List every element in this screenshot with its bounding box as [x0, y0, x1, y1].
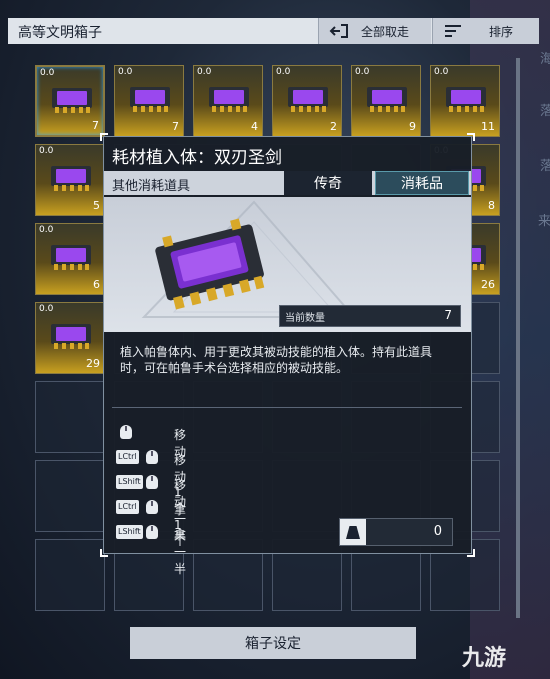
sort-button[interactable]: 排序 [432, 18, 539, 44]
mouse-left-icon [146, 475, 158, 489]
background-text: 落 [540, 159, 550, 174]
lctrl-key: LCtrl [116, 450, 139, 464]
inventory-slot[interactable]: 0.0 2 [272, 65, 342, 137]
watermark-logo: 九游 [462, 646, 507, 671]
chip-icon [288, 87, 328, 112]
chest-settings-label: 箱子设定 [245, 636, 301, 652]
empty-slot[interactable] [35, 381, 105, 453]
slot-count: 8 [488, 199, 495, 212]
item-name: 耗材植入体：双刃圣剑 [112, 148, 282, 168]
slot-count: 11 [481, 120, 495, 133]
lctrl-key: LCtrl [116, 500, 139, 514]
inventory-scrollbar[interactable] [516, 58, 520, 618]
quantity-label: 当前数量 [285, 313, 325, 324]
inventory-slot[interactable]: 0.0 7 [35, 65, 105, 137]
chip-icon [51, 245, 91, 270]
empty-slot[interactable] [35, 460, 105, 532]
lshift-key: LShift [116, 525, 143, 539]
chip-icon [52, 88, 92, 113]
slot-count: 26 [481, 278, 495, 291]
inventory-slot[interactable]: 0.0 7 [114, 65, 184, 137]
chip-icon [367, 87, 407, 112]
lshift-key: LShift [116, 475, 143, 489]
sort-icon [443, 24, 463, 38]
take-all-label: 全部取走 [361, 24, 410, 39]
item-description: 植入帕鲁体内、用于更改其被动技能的植入体。持有此道具时，可在帕鲁手术台选择相应的… [120, 345, 433, 375]
mouse-right-icon [146, 525, 158, 539]
sort-label: 排序 [489, 24, 514, 39]
mouse-left-icon [146, 450, 158, 464]
slot-weight: 0.0 [355, 67, 370, 77]
background-text: 来 [538, 214, 550, 229]
quantity-box: 当前数量 7 [279, 305, 461, 327]
background-text: 海 [540, 52, 550, 67]
slot-weight: 0.0 [40, 68, 55, 78]
slot-count: 6 [93, 278, 100, 291]
inventory-slot[interactable]: 0.0 4 [193, 65, 263, 137]
slot-weight: 0.0 [39, 225, 54, 235]
chest-header: 高等文明箱子 全部取走 排序 [8, 18, 539, 44]
quantity-value: 7 [444, 308, 452, 322]
mouse-left-icon [120, 425, 132, 439]
slot-count: 9 [409, 120, 416, 133]
chip-icon [130, 87, 170, 112]
inventory-slot[interactable]: 0.0 6 [35, 223, 105, 295]
exit-icon [329, 24, 349, 38]
slot-count: 29 [86, 357, 100, 370]
chip-icon [209, 87, 249, 112]
item-category: 其他消耗道具 [112, 179, 191, 194]
take-all-button[interactable]: 全部取走 [318, 18, 431, 44]
item-tooltip: 耗材植入体：双刃圣剑 其他消耗道具 传奇 消耗品 当前数量 7 植入帕鲁体内、用… [100, 133, 475, 576]
slot-count: 2 [330, 120, 337, 133]
inventory-slot[interactable]: 0.0 5 [35, 144, 105, 216]
chip-icon [51, 324, 91, 349]
slot-count: 7 [172, 120, 179, 133]
item-image-area: 当前数量 7 [104, 197, 471, 332]
corner-mark [467, 549, 475, 557]
corner-mark [467, 133, 475, 141]
rarity-badge: 传奇 [284, 171, 372, 195]
slot-weight: 0.0 [197, 67, 212, 77]
weight-value: 0 [433, 524, 442, 539]
weight-icon [340, 519, 366, 545]
slot-weight: 0.0 [39, 146, 54, 156]
chip-icon [446, 87, 486, 112]
chest-title: 高等文明箱子 [18, 25, 102, 41]
slot-count: 4 [251, 120, 258, 133]
mouse-right-icon [146, 500, 158, 514]
background-text: 落 [540, 104, 550, 119]
inventory-slot[interactable]: 0.0 11 [430, 65, 500, 137]
slot-weight: 0.0 [276, 67, 291, 77]
slot-count: 7 [92, 119, 99, 132]
divider [112, 407, 462, 408]
action-label: 拿一半 [174, 528, 187, 576]
inventory-slot[interactable]: 0.0 29 [35, 302, 105, 374]
chip-icon [51, 166, 91, 191]
empty-slot[interactable] [35, 539, 105, 611]
item-type-badge: 消耗品 [375, 171, 469, 195]
chest-settings-button[interactable]: 箱子设定 [130, 627, 416, 659]
slot-weight: 0.0 [39, 304, 54, 314]
corner-mark [100, 133, 108, 141]
inventory-slot[interactable]: 0.0 9 [351, 65, 421, 137]
corner-mark [100, 549, 108, 557]
slot-weight: 0.0 [434, 67, 449, 77]
weight-box: 0 [339, 518, 453, 546]
item-category-bar: 其他消耗道具 传奇 消耗品 [104, 171, 471, 195]
slot-count: 5 [93, 199, 100, 212]
slot-weight: 0.0 [118, 67, 133, 77]
